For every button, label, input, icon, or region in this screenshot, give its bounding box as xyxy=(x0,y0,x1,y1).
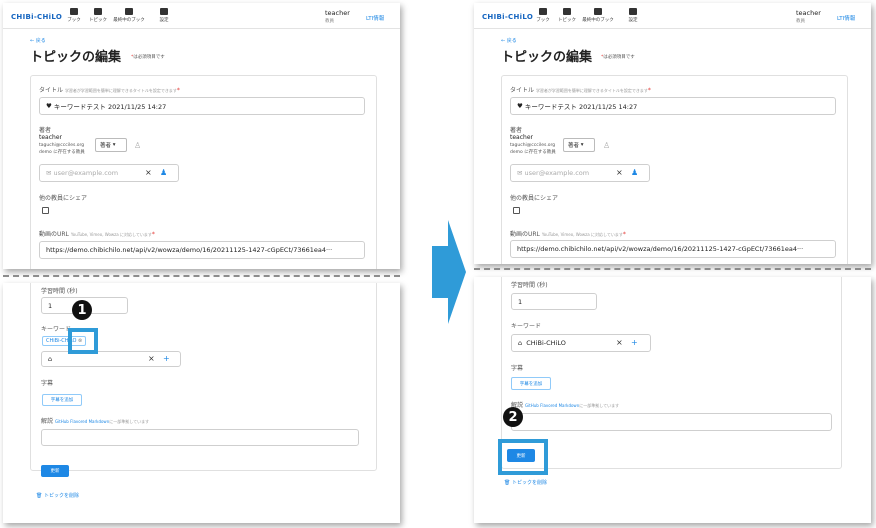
cut-line xyxy=(3,275,400,277)
share-label: 他の教員にシェア xyxy=(39,195,88,202)
delete-topic-link[interactable]: 🗑 トピックを削除 xyxy=(36,492,79,499)
author-info-after: teacher taguchi@ccciles.org demo に存在する教員 xyxy=(510,134,556,155)
required-note-after: *は必須項目です xyxy=(601,55,635,60)
required-note: *は必須項目です xyxy=(131,55,165,60)
arrow-right-icon xyxy=(432,220,466,324)
description-input-after[interactable] xyxy=(511,413,832,431)
screenshot-before-top: CHIBi-CHiLO ブック トピック 最終中のブック 設定 teacher 教… xyxy=(3,3,400,269)
keyword-label: キーワード xyxy=(41,326,72,333)
video-url-input-after[interactable]: https://demo.chibichilo.net/api/v2/wowza… xyxy=(510,240,836,258)
remove-author-icon[interactable]: ♙ xyxy=(134,142,141,150)
description-label: 解説 GitHub Flavored Markdownに一部準拠しています xyxy=(41,418,150,425)
video-url-label: 動画のURL YouTube, Vimeo, Wowza に対応しています* xyxy=(39,231,155,238)
topic-icon xyxy=(563,8,571,15)
back-link-after[interactable]: ← 戻る xyxy=(501,37,517,44)
nav-settings-after[interactable]: 設定 xyxy=(620,8,646,23)
author-label: 著者 xyxy=(39,127,52,134)
clear-icon[interactable]: × xyxy=(145,169,152,177)
app-logo: CHIBi-CHiLO xyxy=(11,13,63,21)
lti-info-link-after[interactable]: LTI情報 xyxy=(837,14,855,22)
email-input[interactable]: ✉ user@example.com xyxy=(39,164,179,182)
keyword-input-after[interactable]: ⌂ CHiBi-CHiLO xyxy=(511,334,651,352)
keyword-input[interactable]: ⌂ xyxy=(41,351,181,367)
nav-recent-book-after[interactable]: 最終中のブック xyxy=(580,8,616,23)
gear-icon xyxy=(160,8,168,15)
nav-recent-book[interactable]: 最終中のブック xyxy=(111,8,147,23)
app-header-after: CHIBi-CHiLO ブック トピック 最終中のブック 設定 teacher 教… xyxy=(474,3,871,29)
link-icon xyxy=(125,8,133,15)
user-menu-after[interactable]: teacher 教員 xyxy=(796,9,821,24)
book-icon xyxy=(539,8,547,15)
lti-info-link[interactable]: LTI情報 xyxy=(366,14,384,22)
email-input-after[interactable]: ✉ user@example.com xyxy=(510,164,650,182)
page-title: トピックの編集 xyxy=(30,50,122,65)
step-2-marker: 2 xyxy=(503,407,523,427)
video-url-input[interactable]: https://demo.chibichilo.net/api/v2/wowza… xyxy=(39,241,365,259)
keyword-clear-icon[interactable]: × xyxy=(148,355,155,363)
step-1-highlight xyxy=(68,328,98,354)
nav-book-after[interactable]: ブック xyxy=(530,8,556,23)
keyword-add-icon[interactable]: + xyxy=(631,339,638,347)
screenshot-after-top: CHIBi-CHiLO ブック トピック 最終中のブック 設定 teacher 教… xyxy=(474,3,871,264)
video-url-label-after: 動画のURL YouTube, Vimeo, Wowza に対応しています* xyxy=(510,231,626,238)
description-input[interactable] xyxy=(41,429,359,446)
topic-icon xyxy=(94,8,102,15)
nav-book[interactable]: ブック xyxy=(61,8,87,23)
add-user-icon[interactable]: ♟ xyxy=(631,169,638,177)
nav-topic-after[interactable]: トピック xyxy=(554,8,580,23)
user-menu[interactable]: teacher 教員 xyxy=(325,9,350,24)
remove-author-icon[interactable]: ♙ xyxy=(603,142,610,150)
study-time-label-after: 学習時間 (秒) xyxy=(511,282,548,289)
link-icon xyxy=(594,8,602,15)
study-time-input-after[interactable]: 1 xyxy=(511,293,597,310)
screenshot-after-bottom: 学習時間 (秒) 1 キーワード ⌂ CHiBi-CHiLO × + 字幕 字幕… xyxy=(474,277,871,523)
cut-line-after xyxy=(474,268,871,270)
add-user-icon[interactable]: ♟ xyxy=(160,169,167,177)
description-label-after: 解説 GitHub Flavored Markdownに一部準拠しています xyxy=(511,402,620,409)
title-input-after[interactable]: ♥ キーワードテスト 2021/11/25 14:27 xyxy=(510,97,836,115)
nav-topic[interactable]: トピック xyxy=(85,8,111,23)
subtitle-label: 字幕 xyxy=(41,380,54,387)
back-link[interactable]: ← 戻る xyxy=(30,37,46,44)
share-checkbox[interactable] xyxy=(42,207,49,214)
clear-icon[interactable]: × xyxy=(616,169,623,177)
step-1-marker: 1 xyxy=(72,300,92,320)
title-label: タイトル 学習者が学習範囲を簡単に理解できるタイトルを設定できます* xyxy=(39,87,180,94)
share-checkbox-after[interactable] xyxy=(513,207,520,214)
keyword-add-icon[interactable]: + xyxy=(163,355,170,363)
page-title-after: トピックの編集 xyxy=(501,50,593,65)
screenshot-before-bottom: 学習時間 (秒) 1 キーワード CHiBi-CHiLO ⊗ ⌂ × + 字幕 … xyxy=(3,283,400,523)
author-role-select[interactable]: 著者 ▾ xyxy=(95,138,127,152)
author-info: teacher taguchi@ccciles.org demo に存在する教員 xyxy=(39,134,85,155)
book-icon xyxy=(70,8,78,15)
app-logo-after: CHIBi-CHiLO xyxy=(482,13,534,21)
author-role-select-after[interactable]: 著者 ▾ xyxy=(563,138,595,152)
delete-topic-link-after[interactable]: 🗑 トピックを削除 xyxy=(504,479,547,486)
share-label-after: 他の教員にシェア xyxy=(510,195,559,202)
study-time-label: 学習時間 (秒) xyxy=(41,288,78,295)
title-input[interactable]: ♥ キーワードテスト 2021/11/25 14:27 xyxy=(39,97,365,115)
author-label-after: 著者 xyxy=(510,127,523,134)
update-button[interactable]: 更新 xyxy=(41,465,69,477)
app-header: CHIBi-CHiLO ブック トピック 最終中のブック 設定 teacher 教… xyxy=(3,3,400,29)
nav-settings[interactable]: 設定 xyxy=(151,8,177,23)
keyword-label-after: キーワード xyxy=(511,323,542,330)
subtitle-label-after: 字幕 xyxy=(511,365,524,372)
add-subtitle-button[interactable]: 字幕を追加 xyxy=(42,394,82,406)
keyword-clear-icon[interactable]: × xyxy=(616,339,623,347)
title-label-after: タイトル 学習者が学習範囲を簡単に理解できるタイトルを設定できます* xyxy=(510,87,651,94)
gear-icon xyxy=(629,8,637,15)
step-2-highlight xyxy=(498,439,548,475)
add-subtitle-button-after[interactable]: 字幕を追加 xyxy=(511,377,551,390)
